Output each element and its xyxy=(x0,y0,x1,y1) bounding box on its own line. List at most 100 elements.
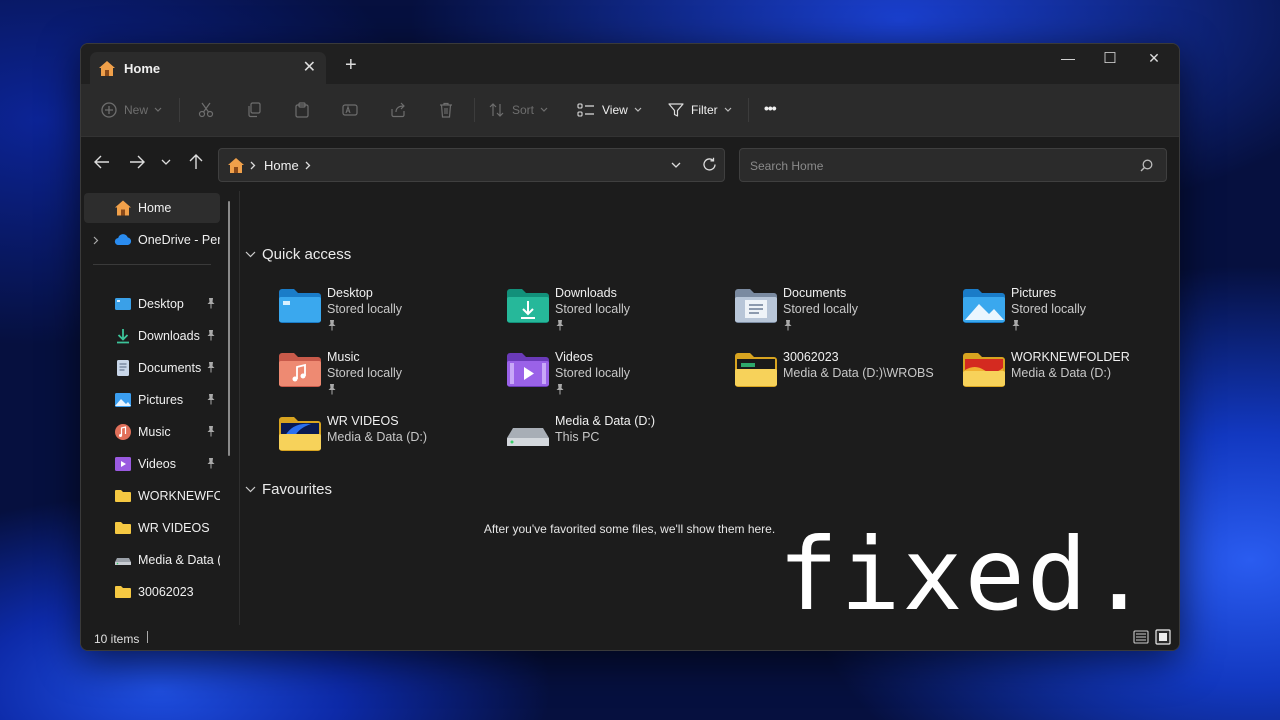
view-button[interactable]: View xyxy=(577,100,649,120)
sidebar-item-downloads[interactable]: Downloads xyxy=(84,321,220,351)
command-bar: New Sort View Filter ••• xyxy=(81,84,1179,137)
sidebar-item-pictures[interactable]: Pictures xyxy=(84,385,220,415)
quick-access-wr-videos[interactable]: WR VIDEOS Media & Data (D:) xyxy=(277,414,497,470)
collapse-chevron-icon[interactable] xyxy=(245,486,256,493)
tiles-view-icon[interactable] xyxy=(1155,629,1171,645)
breadcrumb-home[interactable]: Home xyxy=(264,158,299,173)
new-tab-button[interactable]: + xyxy=(345,55,357,75)
item-name: 30062023 xyxy=(783,350,839,364)
maximize-button[interactable]: ☐ xyxy=(1087,49,1133,67)
sidebar-item-desktop[interactable]: Desktop xyxy=(84,289,220,319)
new-button[interactable]: New xyxy=(101,100,169,120)
item-name: Media & Data (D:) xyxy=(555,414,656,428)
item-name: Downloads xyxy=(555,286,617,300)
delete-icon[interactable] xyxy=(438,102,454,118)
item-location: Stored locally xyxy=(783,302,859,316)
collapse-chevron-icon[interactable] xyxy=(245,251,256,258)
item-name: Videos xyxy=(555,350,593,364)
favourites-title: Favourites xyxy=(262,481,333,498)
pin-icon[interactable] xyxy=(206,329,216,341)
address-history-chevron-icon[interactable] xyxy=(671,162,681,169)
tab-close-icon[interactable]: ✕ xyxy=(303,57,316,77)
item-location: Stored locally xyxy=(1011,302,1087,316)
sort-icon xyxy=(489,103,504,117)
favourites-header[interactable]: Favourites xyxy=(245,481,332,498)
sidebar-item-label: 30062023 xyxy=(138,585,194,599)
music-icon xyxy=(115,424,131,440)
more-options-button[interactable]: ••• xyxy=(764,98,777,118)
recent-locations-chevron-icon[interactable] xyxy=(161,159,171,166)
quick-access-music[interactable]: Music Stored locally xyxy=(277,350,497,406)
breadcrumb-chevron-icon[interactable] xyxy=(305,161,311,170)
breadcrumb-chevron-icon[interactable] xyxy=(250,161,256,170)
documents-folder-icon xyxy=(735,289,777,323)
back-arrow-icon[interactable] xyxy=(94,155,110,169)
tab-home[interactable]: Home ✕ xyxy=(90,52,326,84)
home-icon xyxy=(99,61,115,76)
share-icon[interactable] xyxy=(390,102,406,118)
item-location: Media & Data (D:) xyxy=(327,430,428,444)
sidebar-item-videos[interactable]: Videos xyxy=(84,449,220,479)
minimize-button[interactable]: — xyxy=(1045,50,1091,66)
refresh-icon[interactable] xyxy=(702,157,717,172)
pin-icon[interactable] xyxy=(206,393,216,405)
pin-icon[interactable] xyxy=(206,457,216,469)
search-box[interactable] xyxy=(739,148,1167,182)
close-button[interactable]: ✕ xyxy=(1131,50,1177,67)
quick-access-pictures[interactable]: Pictures Stored locally xyxy=(961,286,1179,342)
desktop-icon xyxy=(115,298,131,310)
pin-icon[interactable] xyxy=(206,361,216,373)
home-icon xyxy=(228,158,244,173)
sidebar-item-media-data-drive[interactable]: Media & Data (D:) xyxy=(84,545,220,575)
sidebar-divider xyxy=(93,264,211,265)
filter-icon xyxy=(668,103,684,117)
title-bar: Home ✕ + — ☐ ✕ xyxy=(81,44,1179,84)
pictures-icon xyxy=(115,393,131,407)
cut-icon[interactable] xyxy=(198,102,214,118)
pin-icon[interactable] xyxy=(206,297,216,309)
filter-button[interactable]: Filter xyxy=(668,100,739,120)
toolbar-divider xyxy=(179,98,180,122)
quick-access-videos[interactable]: Videos Stored locally xyxy=(505,350,725,406)
copy-icon[interactable] xyxy=(246,102,262,118)
quick-access-desktop[interactable]: Desktop Stored locally xyxy=(277,286,497,342)
pin-icon xyxy=(328,320,336,331)
pin-icon xyxy=(784,320,792,331)
expand-chevron-icon[interactable] xyxy=(93,236,99,245)
toolbar-divider xyxy=(748,98,749,122)
item-location: Stored locally xyxy=(555,302,631,316)
sidebar-item-worknewfolder[interactable]: WORKNEWFOLDER xyxy=(84,481,220,511)
folder-thumbnail-icon xyxy=(735,353,777,387)
sidebar-scrollbar[interactable] xyxy=(228,201,230,456)
folder-icon xyxy=(115,522,131,534)
item-location: Media & Data (D:)\WROBS xyxy=(783,366,934,380)
sidebar-item-home[interactable]: Home xyxy=(84,193,220,223)
sidebar-item-music[interactable]: Music xyxy=(84,417,220,447)
chevron-down-icon xyxy=(724,107,732,112)
sidebar-item-documents[interactable]: Documents xyxy=(84,353,220,383)
paste-icon[interactable] xyxy=(294,102,310,118)
rename-icon[interactable] xyxy=(342,102,358,118)
up-arrow-icon[interactable] xyxy=(189,154,203,170)
videos-folder-icon xyxy=(507,353,549,387)
quick-access-media-data-drive[interactable]: Media & Data (D:) This PC xyxy=(505,414,725,470)
quick-access-documents[interactable]: Documents Stored locally xyxy=(733,286,953,342)
quick-access-header[interactable]: Quick access xyxy=(245,246,351,263)
pin-icon[interactable] xyxy=(206,425,216,437)
item-location: This PC xyxy=(555,430,600,444)
sidebar-item-30062023[interactable]: 30062023 xyxy=(84,577,220,607)
sidebar-item-label: Media & Data (D:) xyxy=(138,553,220,567)
sidebar-item-onedrive[interactable]: OneDrive - Personal xyxy=(84,225,220,255)
document-icon xyxy=(117,360,129,376)
downloads-folder-icon xyxy=(507,289,549,323)
sort-button[interactable]: Sort xyxy=(489,100,555,120)
quick-access-downloads[interactable]: Downloads Stored locally xyxy=(505,286,725,342)
quick-access-worknewfolder[interactable]: WORKNEWFOLDER Media & Data (D:) xyxy=(961,350,1179,406)
search-input[interactable] xyxy=(748,156,1132,176)
address-bar[interactable]: Home xyxy=(218,148,725,182)
item-location: Media & Data (D:) xyxy=(1011,366,1112,380)
forward-arrow-icon[interactable] xyxy=(129,155,145,169)
new-plus-icon xyxy=(101,102,117,118)
quick-access-30062023[interactable]: 30062023 Media & Data (D:)\WROBS xyxy=(733,350,953,406)
search-icon[interactable] xyxy=(1140,159,1153,172)
